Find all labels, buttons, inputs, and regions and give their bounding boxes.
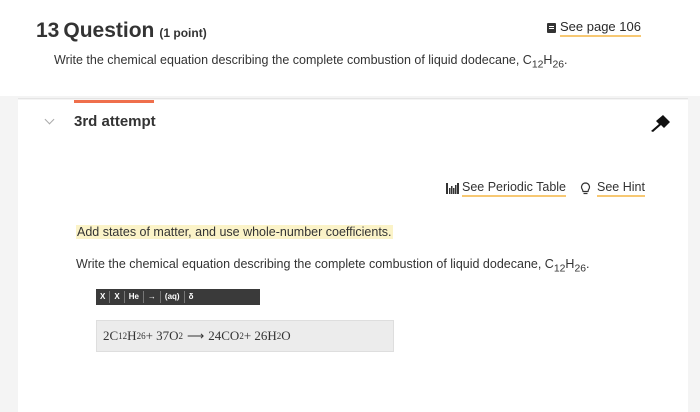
answer-term-1: 2C	[103, 328, 119, 343]
prompt-formula-end: .	[586, 257, 590, 271]
delta-button[interactable]: δ	[185, 291, 198, 303]
periodic-table-icon	[446, 183, 459, 194]
chevron-down-icon[interactable]	[44, 114, 55, 125]
question-points: (1 point)	[159, 26, 207, 40]
reaction-arrow: ⟶	[187, 328, 205, 343]
book-icon	[547, 23, 556, 33]
answer-term-3: 24CO	[208, 328, 240, 343]
formula-c-sub: 12	[531, 59, 544, 71]
reaction-arrow-button[interactable]: →	[144, 291, 161, 303]
answer-term-2: + 37O	[145, 328, 179, 343]
question-word: Question	[63, 19, 155, 42]
element-button[interactable]: He	[125, 291, 144, 303]
state-button[interactable]: (aq)	[161, 291, 185, 303]
question-text: Write the chemical equation describing t…	[54, 53, 568, 71]
subscript-button[interactable]: X	[110, 291, 125, 303]
question-header: 13 Question (1 point) See page 106 Write t…	[0, 0, 700, 96]
active-tab-indicator	[74, 100, 154, 103]
prompt-formula-c-sub: 12	[553, 263, 566, 275]
see-periodic-table-link[interactable]: See Periodic Table	[462, 180, 567, 197]
see-page-label: See page 106	[560, 19, 641, 37]
answer-h: H	[127, 328, 137, 343]
question-title: 13 Question (1 point)	[36, 19, 207, 43]
pin-icon[interactable]	[650, 113, 672, 133]
divider	[18, 98, 688, 99]
answer-input[interactable]: 2C 12 H 26 + 37O 2 ⟶ 24CO 2 + 26H 2 O	[96, 320, 394, 352]
answer-term-5: O	[281, 328, 291, 343]
instruction-text: Add states of matter, and use whole-numb…	[76, 225, 393, 239]
answer-sub-1: 12	[118, 331, 128, 341]
answer-sub-3: 2	[178, 331, 184, 341]
see-page-link[interactable]: See page 106	[547, 19, 641, 37]
attempt-label[interactable]: 3rd attempt	[74, 113, 156, 130]
formula-c: C	[522, 53, 532, 67]
attempt-panel: 3rd attempt See Periodic Table See Hint …	[18, 100, 688, 412]
question-number: 13	[36, 19, 60, 42]
prompt-formula-h-sub: 26	[574, 263, 587, 275]
superscript-button[interactable]: X	[96, 291, 111, 303]
answer-term-4: + 26H	[243, 328, 277, 343]
prompt-text: Write the chemical equation describing t…	[76, 257, 590, 275]
prompt-formula-c: C	[544, 257, 554, 271]
answer-sub-2: 26	[136, 331, 146, 341]
question-text-body: Write the chemical equation describing t…	[54, 53, 523, 67]
formula-end: .	[564, 53, 568, 67]
see-hint-link[interactable]: See Hint	[597, 180, 645, 197]
equation-toolbar: X X He → (aq) δ	[96, 289, 260, 305]
formula-h-sub: 26	[552, 59, 565, 71]
prompt-text-body: Write the chemical equation describing t…	[76, 257, 545, 271]
tools-bar: See Periodic Table See Hint	[446, 180, 645, 197]
lightbulb-icon	[580, 182, 591, 195]
